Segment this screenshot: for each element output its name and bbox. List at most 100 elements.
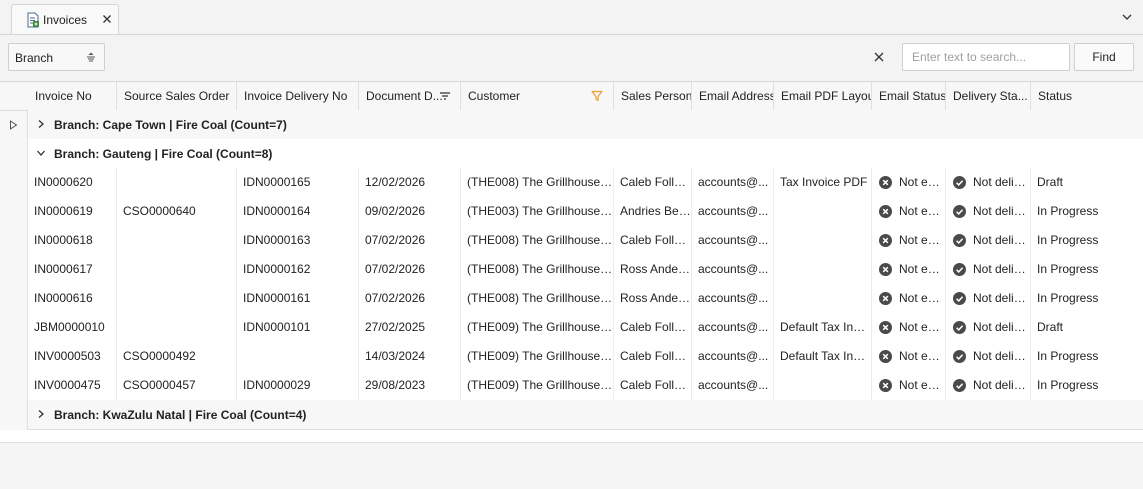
cell-email-status: Not em... [872,371,946,400]
chevron-right-icon[interactable] [36,409,46,419]
column-header-email-pdf-layout[interactable]: Email PDF Layout [774,82,872,110]
cell-email-pdf-layout [774,284,872,313]
cell-invoice-delivery-no: IDN0000101 [237,313,359,342]
cell-invoice-delivery-no: IDN0000161 [237,284,359,313]
column-header-customer[interactable]: Customer [461,82,614,110]
check-circle-icon [953,379,966,392]
cell-delivery-status: Not deliv... [946,226,1031,255]
group-label: Branch: Gauteng | Fire Coal (Count=8) [54,147,273,161]
cell-customer: (THE008) The Grillhouse San... [461,255,614,284]
column-header-label: Status [1038,89,1073,103]
not-emailed-icon [879,176,892,189]
cell-email-address: accounts@... [692,255,774,284]
cell-status: In Progress [1037,378,1099,392]
cell-invoice-no: IN0000618 [28,226,117,255]
column-header-label: Invoice Delivery No [244,89,348,103]
cell-document-date: 07/02/2026 [359,226,461,255]
cell-source-sales-order: CSO0000492 [117,342,237,371]
cell-invoice-delivery-no: IDN0000163 [237,226,359,255]
find-button[interactable]: Find [1074,43,1134,71]
cell-status: Draft [1037,320,1064,334]
group-by-label: Branch [15,51,54,65]
cell-document-date: 12/02/2026 [359,168,461,197]
sort-descending-icon[interactable] [439,90,451,102]
cell-sales-person: Caleb Followill [614,342,692,371]
cell-status: In Progress [1037,262,1099,276]
table-row[interactable]: INV0000503 CSO0000492 14/03/2024 (THE009… [28,342,1143,372]
column-header-delivery-status[interactable]: Delivery Sta... [946,82,1031,110]
cell-email-pdf-layout [774,255,872,284]
delivery-status-text: Not deliv... [973,291,1028,305]
cell-invoice-delivery-no: IDN0000164 [237,197,359,226]
cell-invoice-no: IN0000617 [28,255,117,284]
cell-source-sales-order [117,313,237,342]
tab-invoices[interactable]: Invoices [11,4,119,34]
row-indicator-column [0,82,28,430]
not-emailed-icon [879,321,892,334]
cell-email-status: Not em... [872,342,946,371]
table-row[interactable]: IN0000620 IDN0000165 12/02/2026 (THE008)… [28,168,1143,198]
invoices-grid: Invoice No Source Sales Order Invoice De… [0,81,1143,443]
column-header-source-sales-order[interactable]: Source Sales Order [117,82,237,110]
clear-search-icon[interactable] [872,50,886,64]
cell-email-address: accounts@... [692,226,774,255]
check-circle-icon [953,176,966,189]
column-header-label: Customer [468,89,521,103]
column-header-email-status[interactable]: Email Status [872,82,946,110]
cell-email-address: accounts@... [692,168,774,197]
not-emailed-icon [879,379,892,392]
column-header-sales-person[interactable]: Sales Person [614,82,692,110]
cell-email-address: accounts@... [692,284,774,313]
cell-email-address: accounts@... [692,342,774,371]
column-header-invoice-no[interactable]: Invoice No [28,82,117,110]
table-row[interactable]: IN0000619 CSO0000640 IDN0000164 09/02/20… [28,197,1143,227]
column-header-status[interactable]: Status [1031,82,1143,110]
email-status-text: Not em... [899,262,943,276]
column-header-email-address[interactable]: Email Address [692,82,774,110]
group-row-kwazulu-natal[interactable]: Branch: KwaZulu Natal | Fire Coal (Count… [28,400,1143,430]
cell-sales-person: Ross Anders... [614,255,692,284]
filter-icon[interactable] [591,90,603,102]
cell-status: In Progress [1037,291,1099,305]
cell-email-status: Not em... [872,197,946,226]
table-row[interactable]: JBM0000010 IDN0000101 27/02/2025 (THE009… [28,313,1143,343]
cell-sales-person: Caleb Followill [614,226,692,255]
group-row-gauteng[interactable]: Branch: Gauteng | Fire Coal (Count=8) [28,139,1143,169]
cell-invoice-no: INV0000503 [28,342,117,371]
chevron-down-icon[interactable] [36,148,46,158]
column-header-document-date[interactable]: Document D... [359,82,461,110]
check-circle-icon [953,205,966,218]
chevron-right-icon[interactable] [36,119,46,129]
table-row[interactable]: IN0000618 IDN0000163 07/02/2026 (THE008)… [28,226,1143,256]
search-input[interactable] [902,43,1070,71]
cell-email-status: Not em... [872,226,946,255]
cell-status: In Progress [1037,233,1099,247]
cell-sales-person: Ross Anders... [614,284,692,313]
cell-email-status: Not em... [872,313,946,342]
table-row[interactable]: IN0000616 IDN0000161 07/02/2026 (THE008)… [28,284,1143,314]
not-emailed-icon [879,205,892,218]
cell-invoice-no: INV0000475 [28,371,117,400]
cell-delivery-status: Not deliv... [946,342,1031,371]
cell-source-sales-order [117,284,237,313]
chevron-down-icon[interactable] [1120,10,1134,24]
table-row[interactable]: IN0000617 IDN0000162 07/02/2026 (THE008)… [28,255,1143,285]
table-row[interactable]: INV0000475 CSO0000457 IDN0000029 29/08/2… [28,371,1143,401]
cell-source-sales-order: CSO0000640 [117,197,237,226]
close-icon[interactable] [100,12,114,26]
expand-indicator-icon[interactable] [9,120,18,130]
not-emailed-icon [879,350,892,363]
group-row-cape-town[interactable]: Branch: Cape Town | Fire Coal (Count=7) [28,110,1143,140]
not-emailed-icon [879,263,892,276]
cell-delivery-status: Not deliv... [946,313,1031,342]
cell-invoice-delivery-no: IDN0000162 [237,255,359,284]
column-header-label: Document D... [366,89,443,103]
group-by-branch-chip[interactable]: Branch [8,43,105,71]
cell-customer: (THE009) The Grillhouse Ma... [461,313,614,342]
column-header-invoice-delivery-no[interactable]: Invoice Delivery No [237,82,359,110]
sort-ascending-icon[interactable] [85,51,97,63]
check-circle-icon [953,292,966,305]
cell-status: In Progress [1037,204,1099,218]
cell-email-address: accounts@... [692,371,774,400]
cell-invoice-delivery-no [237,342,359,371]
